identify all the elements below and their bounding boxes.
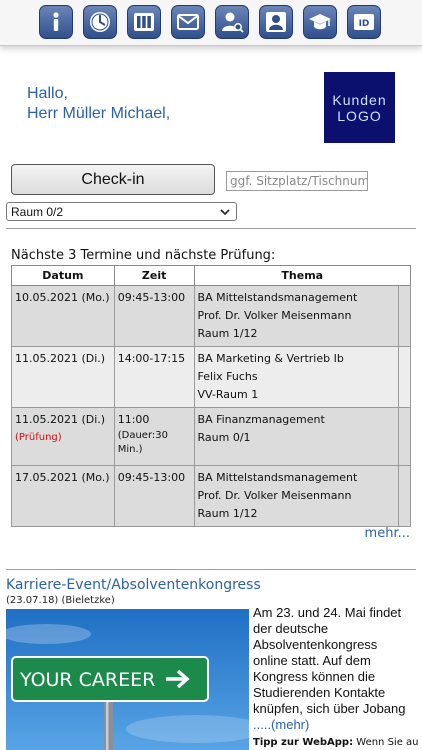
news-title-link[interactable]: Karriere-Event/Absolventenkongress [6,577,261,593]
column-header-time: Zeit [113,265,195,286]
row-topic-room: Raum 1/12 [197,327,258,340]
greeting-salutation: Hallo, [27,85,68,102]
column-header-date: Datum [11,265,115,286]
webapp-tip: Tipp zur WebApp: Wenn Sie auf [253,737,418,748]
row-duration: (Dauer:30 Min.) [117,430,168,455]
row-time: 14:00-17:15 [113,346,195,408]
divider [6,228,416,229]
table-row[interactable]: 10.05.2021 (Mo.) 09:45-13:00 BA Mittelst… [11,285,411,347]
profile-icon[interactable] [259,5,293,39]
row-topic: BA Mittelstandsmanagement Prof. Dr. Volk… [193,465,400,527]
column-header-topic: Thema [193,265,412,286]
row-edge [398,465,411,527]
row-time-value: 11:00 [117,413,150,426]
row-topic-title: BA Marketing & Vertrieb Ib [197,352,344,365]
news-body: Am 23. und 24. Mai findet der deutsche A… [253,605,415,733]
room-select[interactable]: Raum 0/2 [6,202,237,221]
row-date: 11.05.2021 (Di.) [11,346,115,408]
id-card-icon[interactable]: ID [347,5,381,39]
row-time: 09:45-13:00 [113,465,195,527]
row-topic: BA Mittelstandsmanagement Prof. Dr. Volk… [193,285,400,347]
id-card-label: ID [359,19,370,29]
table-row[interactable]: 11.05.2021 (Di.) (Prüfung) 11:00 (Dauer:… [11,407,411,466]
logo-line1: Kunden [332,91,387,108]
row-date: 10.05.2021 (Mo.) [11,285,115,347]
customer-logo: Kunden LOGO [324,72,395,143]
row-topic-room: VV-Raum 1 [197,388,259,401]
row-edge [398,407,411,466]
table-row[interactable]: 17.05.2021 (Mo.) 09:45-13:00 BA Mittelst… [11,465,411,527]
greeting: Hallo, Herr Müller Michael, [27,84,170,124]
greeting-user-name: Herr Müller Michael, [27,105,171,122]
news-author: (Bieletzke) [61,595,115,606]
check-in-button[interactable]: Check-in [11,164,215,195]
row-topic-title: BA Mittelstandsmanagement [197,291,358,304]
divider [6,569,416,570]
row-topic-person: Prof. Dr. Volker Meisenmann [197,309,352,322]
row-edge [398,285,411,347]
appointments-more-link[interactable]: mehr... [365,526,410,541]
graduation-icon[interactable] [303,5,337,39]
row-topic: BA Finanzmanagement Raum 0/1 [193,407,400,466]
schedule-icon[interactable] [127,5,161,39]
row-date: 17.05.2021 (Mo.) [11,465,115,527]
row-topic-title: BA Finanzmanagement [197,413,325,426]
info-icon[interactable] [39,5,73,39]
room-select-value: Raum 0/2 [11,204,64,219]
appointments-table: Datum Zeit Thema 10.05.2021 (Mo.) 09:45-… [11,265,412,527]
news-date: (23.07.18) [6,595,59,606]
tip-text: Wenn Sie auf [356,737,418,748]
table-header-row: Datum Zeit Thema [11,265,412,286]
appointments-title: Nächste 3 Termine und nächste Prüfung: [11,248,276,263]
top-toolbar: ID [0,0,422,46]
row-topic-room: Raum 1/12 [197,507,258,520]
exam-badge: (Prüfung) [15,432,62,443]
news-body-text: Am 23. und 24. Mai findet der deutsche A… [253,605,406,716]
row-topic: BA Marketing & Vertrieb Ib Felix Fuchs V… [193,346,400,408]
row-date-value: 11.05.2021 (Di.) [15,413,106,426]
tip-label: Tipp zur WebApp: [253,737,354,748]
table-row[interactable]: 11.05.2021 (Di.) 14:00-17:15 BA Marketin… [11,346,411,408]
row-topic-title: BA Mittelstandsmanagement [197,471,358,484]
row-time: 11:00 (Dauer:30 Min.) [113,407,195,466]
row-topic-person: Felix Fuchs [197,370,258,383]
mail-icon[interactable] [171,5,205,39]
sign-text: YOUR CAREER [19,669,155,691]
seat-number-input[interactable] [226,171,368,191]
user-search-icon[interactable] [215,5,249,39]
logo-line2: LOGO [337,107,382,124]
row-topic-room: Raum 0/1 [197,431,251,444]
row-date: 11.05.2021 (Di.) (Prüfung) [11,407,115,466]
career-sign-image: YOUR CAREER [6,609,249,750]
news-meta: (23.07.18) (Bieletzke) [6,595,115,606]
row-topic-person: Prof. Dr. Volker Meisenmann [197,489,352,502]
row-edge [398,346,411,408]
chevron-down-icon [220,209,230,216]
news-more-link[interactable]: .....(mehr) [253,717,309,732]
clock-icon[interactable] [83,5,117,39]
row-time: 09:45-13:00 [113,285,195,347]
news-image[interactable]: YOUR CAREER [6,609,249,750]
